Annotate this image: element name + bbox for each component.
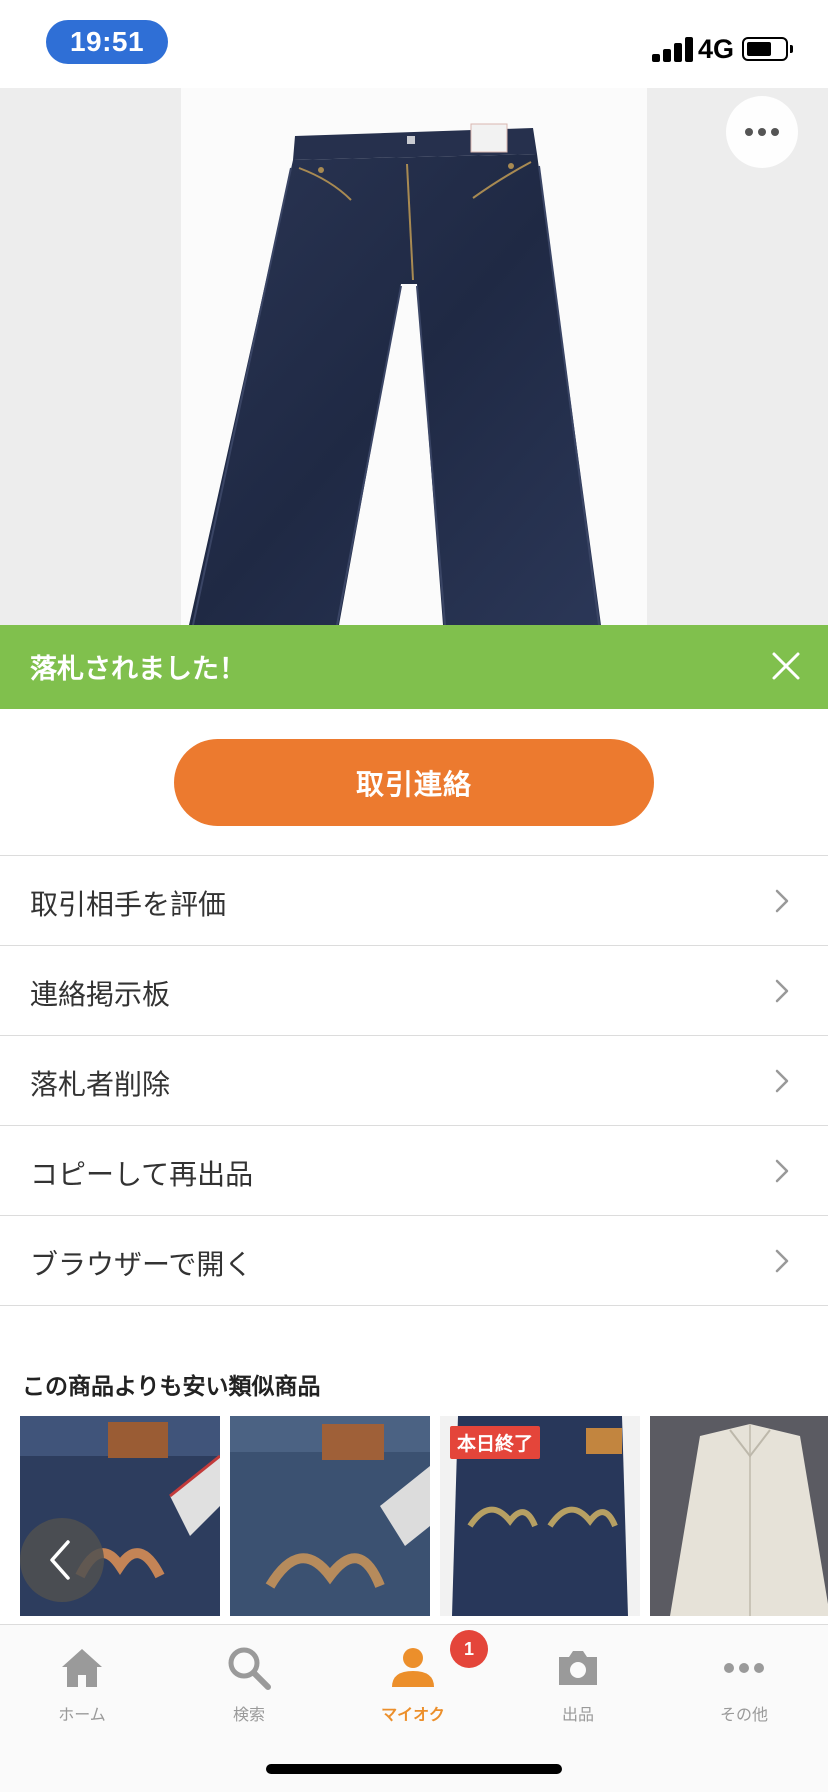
home-icon [62, 1649, 102, 1687]
similar-item-2[interactable] [230, 1416, 430, 1616]
screen: 19:51 4G 落札されました！ 取引連絡 取引相手を評価 連絡掲示板 落札者… [0, 0, 828, 1792]
menu-item-remove-winner[interactable]: 落札者削除 [0, 1036, 828, 1126]
chevron-right-icon [775, 1159, 789, 1183]
tab-sell[interactable]: 出品 [518, 1643, 638, 1725]
similar-items-title: この商品よりも安い類似商品 [22, 1374, 321, 1400]
more-options-button[interactable] [726, 96, 798, 168]
signal-icon [652, 36, 704, 62]
similar-item-4[interactable] [650, 1416, 828, 1616]
menu-item-rate-partner[interactable]: 取引相手を評価 [0, 856, 828, 946]
tab-home[interactable]: ホーム [22, 1643, 142, 1725]
menu-item-open-browser[interactable]: ブラウザーで開く [0, 1216, 828, 1306]
menu-item-label: 取引相手を評価 [30, 888, 227, 921]
similar-item-3[interactable]: 本日終了 [440, 1416, 640, 1616]
chevron-right-icon [775, 979, 789, 1003]
notification-badge: 1 [450, 1630, 488, 1668]
light-jacket-photo [650, 1416, 828, 1616]
transaction-contact-button[interactable]: 取引連絡 [174, 739, 654, 826]
menu-item-label: コピーして再出品 [30, 1158, 254, 1191]
menu-item-copy-relist[interactable]: コピーして再出品 [0, 1126, 828, 1216]
won-banner: 落札されました！ [0, 625, 828, 709]
jeans-photo [181, 88, 647, 625]
tab-search[interactable]: 検索 [189, 1643, 309, 1725]
close-icon[interactable] [768, 648, 804, 684]
jeans-back-pocket-photo [230, 1416, 430, 1616]
chevron-right-icon [775, 889, 789, 913]
tab-label: ホーム [58, 1705, 106, 1724]
tab-label: 出品 [561, 1705, 594, 1724]
menu-item-label: 連絡掲示板 [30, 978, 171, 1011]
battery-icon [742, 37, 793, 61]
menu-item-label: ブラウザーで開く [30, 1248, 253, 1281]
back-button[interactable] [20, 1518, 104, 1602]
chevron-right-icon [775, 1069, 789, 1093]
more-icon [724, 1663, 764, 1673]
ending-today-badge: 本日終了 [450, 1426, 541, 1459]
status-time: 19:51 [46, 20, 168, 64]
tab-label: マイオク [381, 1705, 445, 1724]
camera-icon [559, 1651, 597, 1685]
search-icon [228, 1647, 271, 1690]
menu-item-label: 落札者削除 [30, 1068, 171, 1101]
network-label: 4G [698, 34, 735, 64]
home-indicator [266, 1764, 562, 1774]
chevron-right-icon [775, 1249, 789, 1273]
similar-items-carousel[interactable]: 本日終了 [20, 1416, 828, 1616]
status-bar: 19:51 4G [0, 0, 828, 88]
chevron-left-icon [50, 1540, 70, 1580]
action-menu: 取引相手を評価 連絡掲示板 落札者削除 コピーして再出品 ブラウザーで開く [0, 855, 828, 1306]
product-image-area[interactable] [0, 88, 828, 625]
user-icon [392, 1648, 434, 1687]
banner-text: 落札されました！ [30, 654, 246, 685]
tab-other[interactable]: その他 [684, 1643, 804, 1725]
menu-item-message-board[interactable]: 連絡掲示板 [0, 946, 828, 1036]
tab-label: その他 [719, 1705, 768, 1724]
tab-label: 検索 [232, 1705, 265, 1724]
